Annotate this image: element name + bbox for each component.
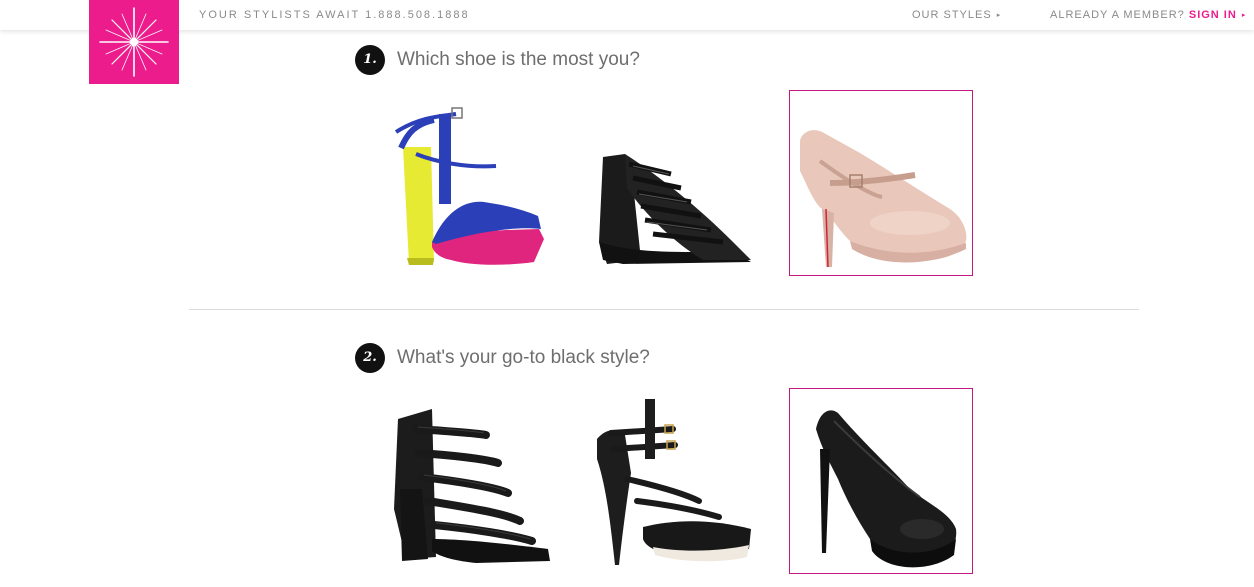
our-styles-link[interactable]: OUR STYLES ▸ <box>912 9 1001 21</box>
section-divider <box>189 309 1139 310</box>
shoe-option-black-strappy-block-heel[interactable] <box>375 388 559 574</box>
arrow-right-icon: ▸ <box>996 12 1002 19</box>
shoe-option-black-strappy-platform-heel[interactable] <box>582 388 766 574</box>
shoe-option-nude-mary-jane-pump[interactable] <box>789 90 973 276</box>
colorblock-platform-sandal-image <box>394 107 544 265</box>
shoe-option-black-caged-wedge-sandal[interactable] <box>582 91 766 277</box>
question-number-badge: 2. <box>355 343 385 373</box>
shoe-option-colorblock-platform-sandal[interactable] <box>375 91 559 277</box>
question-text: Which shoe is the most you? <box>397 49 640 70</box>
sparkle-star-icon <box>99 7 169 77</box>
member-prompt: ALREADY A MEMBER? <box>1050 9 1185 21</box>
member-signin-area: ALREADY A MEMBER? SIGN IN ▸ <box>1050 9 1246 21</box>
black-strappy-platform-heel-image <box>597 399 751 565</box>
black-strappy-block-heel-image <box>394 409 550 563</box>
question-number-badge: 1. <box>355 45 385 75</box>
shoe-option-black-platform-pump[interactable] <box>789 388 973 574</box>
question-text: What's your go-to black style? <box>397 347 650 368</box>
arrow-right-icon: ▸ <box>1241 12 1247 19</box>
top-bar: YOUR STYLISTS AWAIT 1.888.508.1888 OUR S… <box>0 0 1254 30</box>
black-platform-pump-image <box>816 410 957 568</box>
stylist-phone-tagline: YOUR STYLISTS AWAIT 1.888.508.1888 <box>199 9 470 21</box>
our-styles-label: OUR STYLES <box>912 9 992 21</box>
nude-mary-jane-pump-image <box>800 130 967 268</box>
logo[interactable] <box>89 0 179 84</box>
black-caged-wedge-sandal-image <box>599 154 751 264</box>
sign-in-link[interactable]: SIGN IN <box>1189 9 1237 21</box>
